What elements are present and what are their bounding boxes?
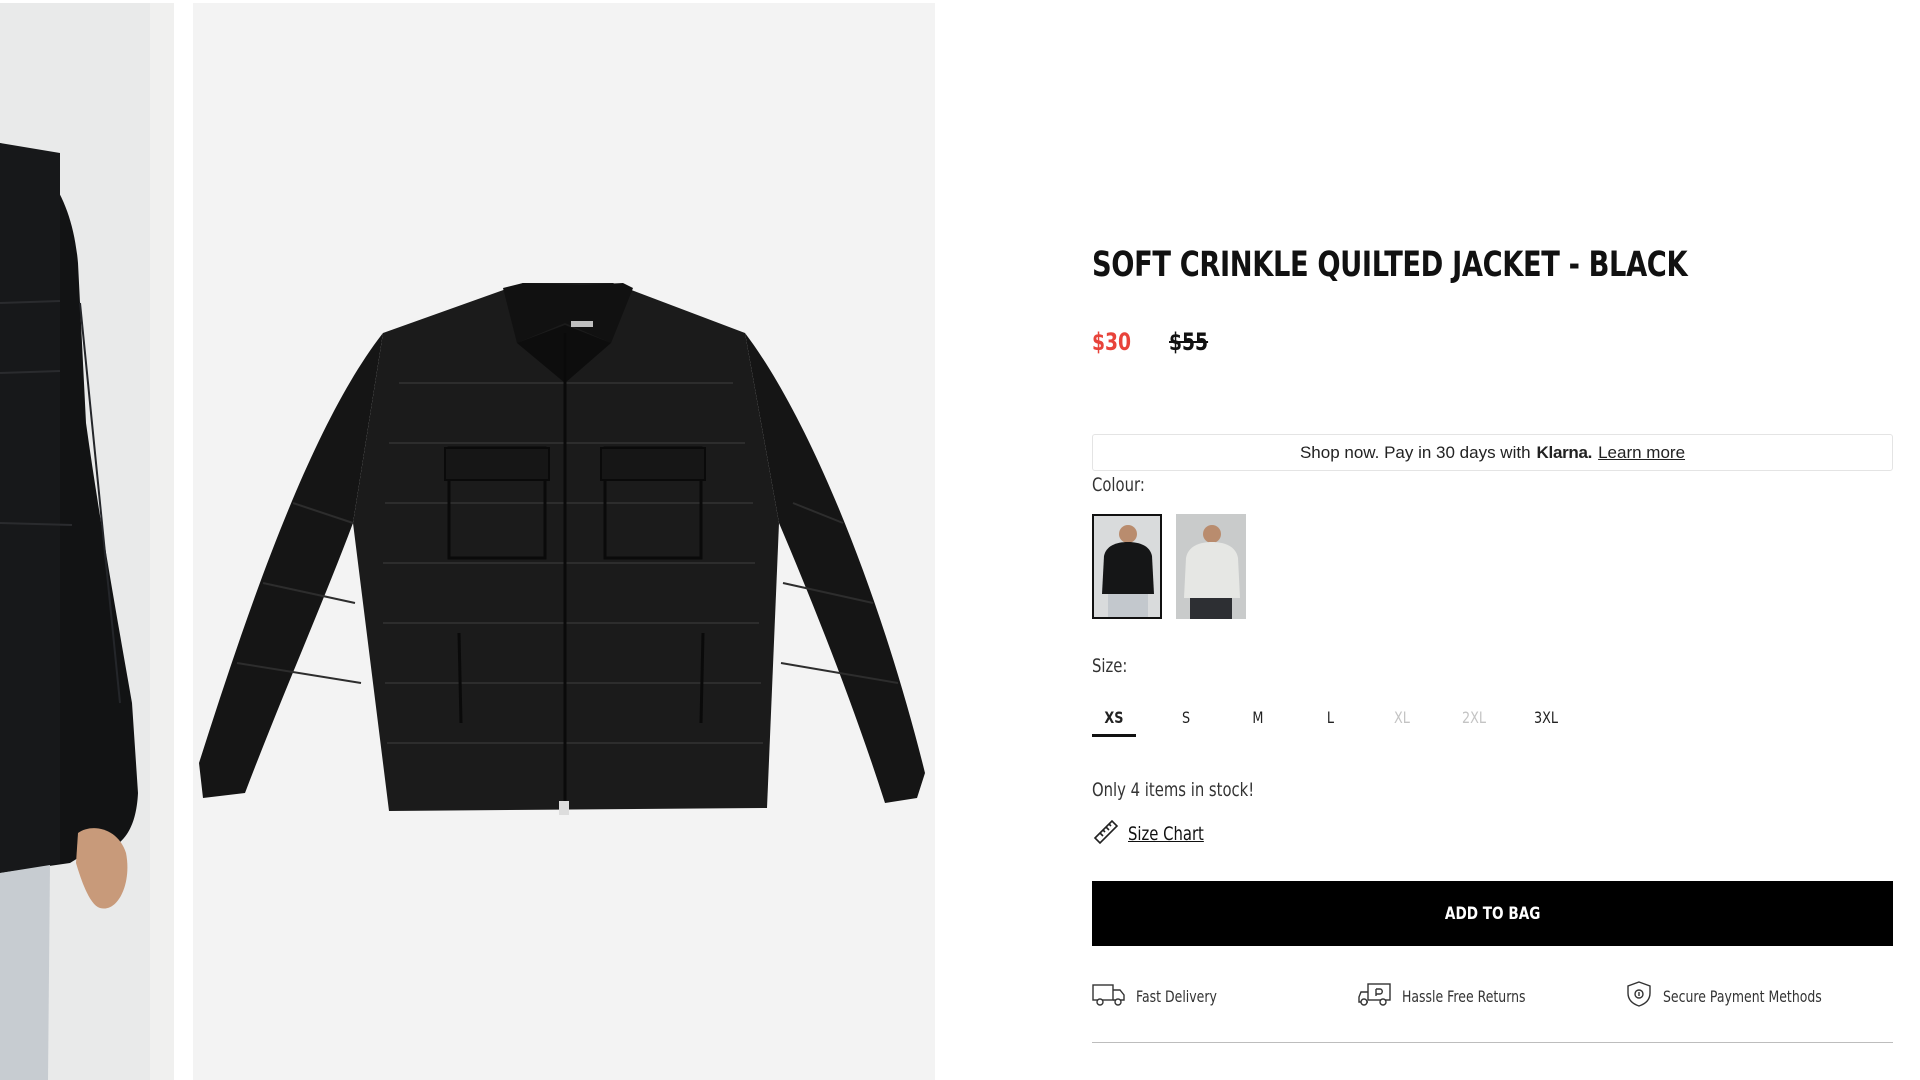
product-title: SOFT CRINKLE QUILTED JACKET - BLACK xyxy=(1092,245,1688,285)
feature-hassle-free-returns: Hassle Free Returns xyxy=(1358,980,1560,1012)
colour-swatch-grey[interactable] xyxy=(1176,514,1246,619)
product-photo[interactable] xyxy=(193,3,935,1080)
add-to-bag-button[interactable]: ADD TO BAG xyxy=(1092,881,1893,946)
klarna-learn-more-link[interactable]: Learn more xyxy=(1598,443,1685,463)
size-option-2xl[interactable]: 2XL xyxy=(1452,703,1496,737)
product-gallery xyxy=(0,0,935,1080)
sale-price: $30 xyxy=(1092,328,1132,356)
klarna-text: Shop now. Pay in 30 days with xyxy=(1299,442,1531,462)
divider xyxy=(1092,1042,1893,1043)
size-label: Size: xyxy=(1092,655,1128,677)
size-chart-label: Size Chart xyxy=(1128,823,1204,845)
truck-icon xyxy=(1092,981,1126,1012)
size-chart-link[interactable]: Size Chart xyxy=(1092,818,1225,850)
product-info: SOFT CRINKLE QUILTED JACKET - BLACK $30 … xyxy=(1092,0,1893,1080)
original-price: $55 xyxy=(1169,328,1209,356)
shield-icon xyxy=(1625,980,1653,1013)
size-option-m[interactable]: M xyxy=(1236,703,1280,737)
feature-label: Secure Payment Methods xyxy=(1663,986,1822,1006)
size-option-l[interactable]: L xyxy=(1308,703,1352,737)
size-option-xl[interactable]: XL xyxy=(1380,703,1424,737)
stock-message: Only 4 items in stock! xyxy=(1092,779,1255,801)
ruler-icon xyxy=(1092,818,1120,851)
model-photo[interactable] xyxy=(0,3,174,1080)
feature-label: Fast Delivery xyxy=(1136,986,1217,1006)
colour-label: Colour: xyxy=(1092,474,1145,496)
klarna-logo: Klarna. xyxy=(1536,442,1593,462)
size-option-3xl[interactable]: 3XL xyxy=(1524,703,1568,737)
feature-secure-payment: Secure Payment Methods xyxy=(1625,980,1867,1012)
returns-icon xyxy=(1358,981,1392,1012)
feature-fast-delivery: Fast Delivery xyxy=(1092,980,1240,1012)
feature-list: Fast Delivery Hassle Free Returns Secure… xyxy=(1092,980,1893,1012)
size-option-s[interactable]: S xyxy=(1164,703,1208,737)
feature-label: Hassle Free Returns xyxy=(1402,986,1526,1006)
colour-swatch-black[interactable] xyxy=(1092,514,1162,619)
size-option-xs[interactable]: XS xyxy=(1092,703,1136,737)
klarna-banner: Shop now. Pay in 30 days with Klarna. Le… xyxy=(1092,434,1893,471)
